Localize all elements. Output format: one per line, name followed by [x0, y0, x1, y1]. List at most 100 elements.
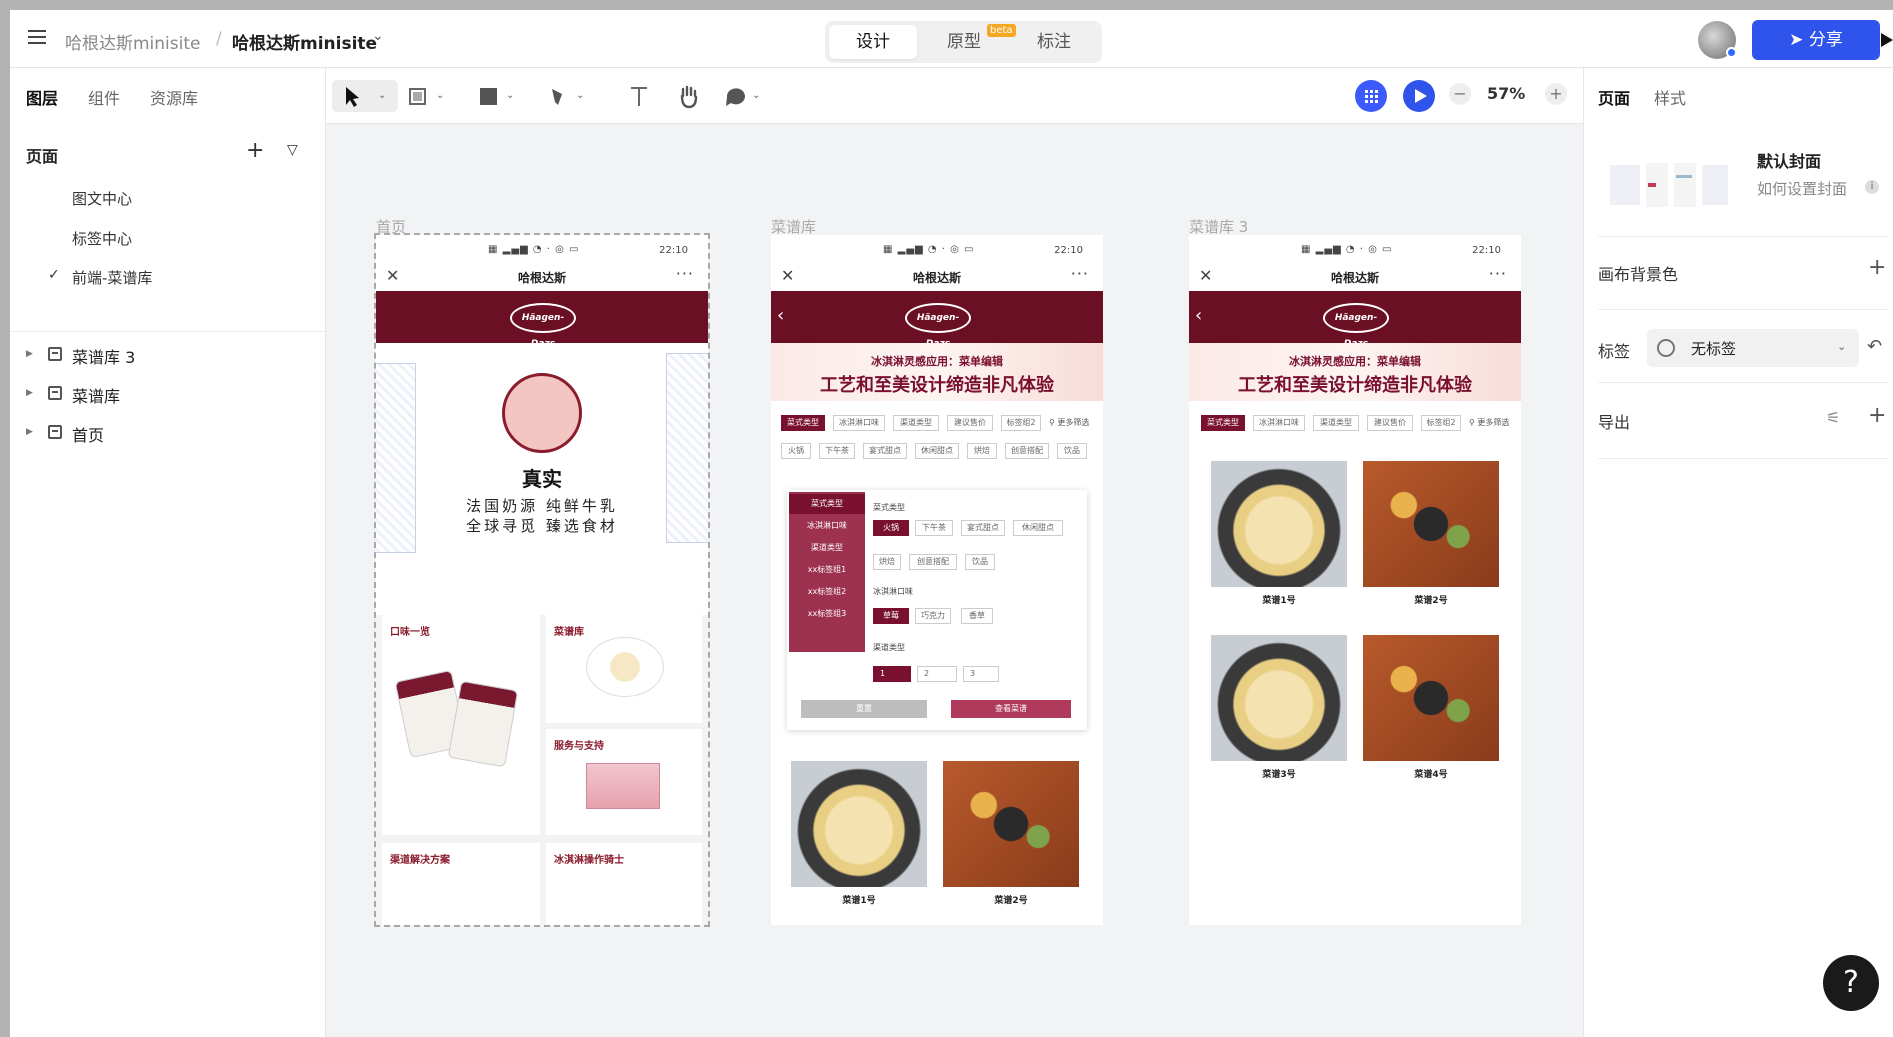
- expand-triangle-icon[interactable]: ▶: [26, 427, 33, 437]
- frame-recipe-library[interactable]: ▦ ▂▄▆ ◔ · ◎ ▭ 22:10 ✕ 哈根达斯 ··· ‹ Häagen-…: [771, 235, 1103, 925]
- filter-tab[interactable]: 菜式类型: [781, 415, 825, 431]
- page-item-recipe-library[interactable]: 前端-菜谱库: [72, 267, 152, 288]
- filter-more-icon[interactable]: ⚲ 更多筛选: [1469, 417, 1509, 428]
- recipe-image-platter[interactable]: [1363, 635, 1499, 761]
- tab-layers[interactable]: 图层: [26, 85, 58, 109]
- frame-recipe-library-3[interactable]: ▦ ▂▄▆ ◔ · ◎ ▭ 22:10 ✕ 哈根达斯 ··· ‹ Häagen-…: [1189, 235, 1521, 925]
- sub-chip[interactable]: 创意搭配: [1005, 443, 1049, 459]
- add-page-plus-icon[interactable]: +: [246, 138, 264, 163]
- filter-tab[interactable]: 建议售价: [947, 415, 993, 431]
- breadcrumb-current[interactable]: 哈根达斯minisite: [232, 29, 377, 54]
- filter-option[interactable]: 巧克力: [915, 608, 951, 624]
- filter-option[interactable]: 休闲甜点: [1013, 520, 1063, 536]
- more-icon[interactable]: ···: [1489, 264, 1507, 283]
- back-arrow-icon[interactable]: ‹: [777, 305, 784, 326]
- filter-tab[interactable]: 建议售价: [1367, 415, 1413, 431]
- layer-recipe-library-3[interactable]: 菜谱库 3: [72, 344, 135, 368]
- filter-tab[interactable]: 标签组2: [1001, 415, 1041, 431]
- card-operation-knight[interactable]: 冰淇淋操作骑士: [546, 843, 702, 925]
- frame-tool[interactable]: ⌄: [406, 80, 448, 112]
- filter-tab[interactable]: 冰淇淋口味: [1253, 415, 1305, 431]
- chevron-down-icon[interactable]: ⌄: [372, 28, 384, 44]
- more-icon[interactable]: ···: [676, 264, 694, 283]
- recipe-image-popcorn[interactable]: [791, 761, 927, 887]
- cover-help-link[interactable]: 如何设置封面: [1757, 178, 1847, 199]
- sub-chip[interactable]: 烘焙: [967, 443, 997, 459]
- share-button[interactable]: ➤ 分享: [1752, 20, 1880, 60]
- card-recipes[interactable]: 菜谱库: [546, 615, 702, 723]
- rectangle-tool[interactable]: ⌄: [476, 80, 518, 112]
- sub-chip[interactable]: 宴式甜点: [863, 443, 907, 459]
- recipe-image-popcorn[interactable]: [1211, 635, 1347, 761]
- filter-tab[interactable]: 菜式类型: [1201, 415, 1245, 431]
- filter-option[interactable]: 火锅: [873, 520, 909, 536]
- filter-tab[interactable]: 标签组2: [1421, 415, 1461, 431]
- collapse-chevron-icon[interactable]: ▽: [287, 142, 298, 158]
- tab-style[interactable]: 样式: [1654, 85, 1686, 109]
- filter-tab[interactable]: 渠道类型: [893, 415, 939, 431]
- filter-option[interactable]: 草莓: [873, 608, 909, 624]
- filter-option[interactable]: 创意搭配: [909, 554, 957, 570]
- filter-option[interactable]: 饮品: [965, 554, 995, 570]
- more-icon[interactable]: ···: [1071, 264, 1089, 283]
- filter-side-item[interactable]: 渠道类型: [789, 538, 865, 558]
- filter-tab[interactable]: 渠道类型: [1313, 415, 1359, 431]
- add-export-plus-icon[interactable]: +: [1868, 403, 1886, 428]
- frame-home[interactable]: ▦ ▂▄▆ ◔ · ◎ ▭ 22:10 ✕ 哈根达斯 ··· Häagen-Da…: [374, 233, 710, 927]
- sub-chip[interactable]: 下午茶: [819, 443, 855, 459]
- sub-chip[interactable]: 火锅: [781, 443, 811, 459]
- layer-home[interactable]: 首页: [72, 422, 104, 446]
- card-service-support[interactable]: 服务与支持: [546, 729, 702, 835]
- tab-annotate[interactable]: 标注: [1011, 25, 1097, 59]
- filter-side-item[interactable]: xx标签组2: [789, 582, 865, 602]
- text-tool[interactable]: [626, 80, 652, 112]
- tab-components[interactable]: 组件: [88, 85, 120, 109]
- card-flavors[interactable]: 口味一览: [382, 615, 540, 835]
- run-prototype-button[interactable]: [1403, 80, 1435, 112]
- preview-play-button[interactable]: [1880, 20, 1893, 60]
- filter-side-item[interactable]: xx标签组3: [789, 604, 865, 624]
- recipe-image-platter[interactable]: [943, 761, 1079, 887]
- view-recipes-button[interactable]: 查看菜谱: [951, 700, 1071, 718]
- reset-button[interactable]: 重置: [801, 700, 927, 718]
- filter-option[interactable]: 香草: [961, 608, 993, 624]
- undo-icon[interactable]: ↶: [1867, 336, 1882, 357]
- expand-triangle-icon[interactable]: ▶: [26, 388, 33, 398]
- tab-assets[interactable]: 资源库: [150, 85, 198, 109]
- filter-tab[interactable]: 冰淇淋口味: [833, 415, 885, 431]
- tab-design[interactable]: 设计: [829, 25, 917, 59]
- info-icon[interactable]: i: [1865, 180, 1879, 194]
- filter-side-item[interactable]: 冰淇淋口味: [789, 516, 865, 536]
- sub-chip[interactable]: 饮品: [1057, 443, 1087, 459]
- export-settings-icon[interactable]: ⚟: [1826, 408, 1840, 427]
- breadcrumb-parent[interactable]: 哈根达斯minisite: [65, 29, 201, 54]
- pen-tool[interactable]: ⌄: [546, 80, 588, 112]
- filter-option[interactable]: 2: [917, 666, 957, 682]
- tab-page[interactable]: 页面: [1598, 85, 1630, 109]
- hand-tool[interactable]: [676, 80, 702, 112]
- recipe-image-platter[interactable]: [1363, 461, 1499, 587]
- filter-option[interactable]: 3: [963, 666, 999, 682]
- cover-thumbnail[interactable]: [1606, 155, 1732, 219]
- plugin-grid-button[interactable]: [1355, 80, 1387, 112]
- filter-option[interactable]: 1: [873, 666, 911, 682]
- filter-more-icon[interactable]: ⚲ 更多筛选: [1049, 417, 1089, 428]
- page-item-tag-center[interactable]: 标签中心: [72, 228, 132, 249]
- filter-side-item[interactable]: 菜式类型: [789, 494, 865, 514]
- comment-tool[interactable]: ⌄: [722, 80, 764, 112]
- frame-label-recipe-library-3[interactable]: 菜谱库 3: [1189, 216, 1248, 237]
- filter-side-item[interactable]: xx标签组1: [789, 560, 865, 580]
- filter-option[interactable]: 烘焙: [873, 554, 901, 570]
- zoom-level[interactable]: 57%: [1487, 84, 1525, 103]
- sub-chip[interactable]: 休闲甜点: [915, 443, 959, 459]
- filter-option[interactable]: 下午茶: [915, 520, 953, 536]
- frame-label-home[interactable]: 首页: [376, 216, 406, 237]
- zoom-out-button[interactable]: −: [1449, 83, 1471, 105]
- select-tool[interactable]: ⌄: [332, 80, 398, 112]
- card-channel-solutions[interactable]: 渠道解决方案: [382, 843, 540, 925]
- back-arrow-icon[interactable]: ‹: [1195, 305, 1202, 326]
- add-bg-plus-icon[interactable]: +: [1868, 255, 1886, 280]
- recipe-image-popcorn[interactable]: [1211, 461, 1347, 587]
- page-item-graphic-center[interactable]: 图文中心: [72, 188, 132, 209]
- filter-option[interactable]: 宴式甜点: [961, 520, 1005, 536]
